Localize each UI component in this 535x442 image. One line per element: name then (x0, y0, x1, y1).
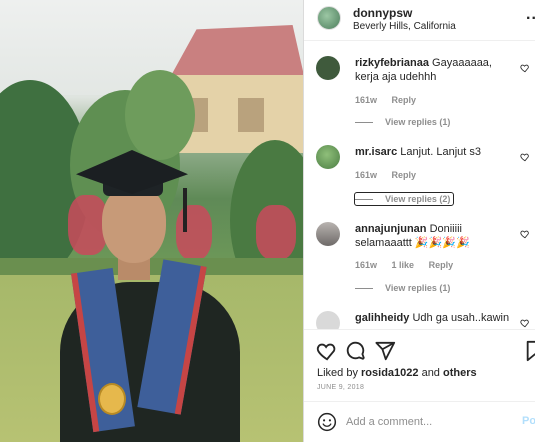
post-actions: Liked by rosida1022 and others JUNE 9, 2… (304, 329, 535, 401)
photo-house-window (238, 98, 264, 132)
commenter-avatar[interactable] (316, 56, 340, 80)
comment-likes-count[interactable]: 1 like (392, 260, 415, 270)
author-avatar[interactable] (317, 6, 341, 30)
comment-text: mr.isarc Lanjut. Lanjut s3 (355, 145, 515, 159)
post-side-panel: donnypsw Beverly Hills, California ... r… (303, 0, 535, 442)
comment-body: Lanjut. Lanjut s3 (400, 146, 481, 158)
like-heart-icon[interactable] (316, 340, 338, 362)
more-options-icon[interactable]: ... (526, 7, 535, 23)
view-replies-label: View replies (1) (385, 283, 451, 293)
like-heart-icon[interactable] (520, 152, 530, 162)
commenter-username[interactable]: galihheidy (355, 312, 409, 324)
comment-text: rizkyfebrianaa Gayaaaaaa, kerja aja udeh… (355, 56, 515, 84)
view-replies-button[interactable]: View replies (2) (353, 192, 455, 206)
replies-divider (355, 287, 373, 289)
emoji-smiley-icon[interactable] (317, 412, 337, 432)
commenter-username[interactable]: rizkyfebrianaa (355, 57, 429, 69)
comment-text: galihheidy Udh ga usah..kawin (355, 311, 515, 325)
photo-flowers (256, 205, 296, 260)
share-send-icon[interactable] (374, 340, 396, 362)
comment-age[interactable]: 161w (355, 260, 377, 270)
reply-button[interactable]: Reply (392, 95, 417, 105)
post-photo[interactable] (0, 0, 303, 442)
commenter-avatar[interactable] (316, 222, 340, 246)
like-heart-icon[interactable] (520, 229, 530, 239)
comment-age[interactable]: 161w (355, 170, 377, 180)
view-replies-label: View replies (2) (385, 194, 451, 204)
view-replies-label: View replies (1) (385, 117, 451, 127)
post-date[interactable]: JUNE 9, 2018 (317, 384, 364, 391)
commenter-avatar[interactable] (316, 311, 340, 329)
comment-age[interactable]: 161w (355, 95, 377, 105)
save-bookmark-icon[interactable] (524, 340, 535, 362)
like-heart-icon[interactable] (520, 63, 530, 73)
likes-prefix: Liked by (317, 367, 362, 379)
view-replies-button[interactable]: View replies (1) (355, 117, 450, 127)
likes-summary[interactable]: Liked by rosida1022 and others (317, 367, 477, 379)
commenter-avatar[interactable] (316, 145, 340, 169)
replies-divider (355, 121, 373, 123)
comment-bubble-icon[interactable] (345, 340, 367, 362)
comment-body: Udh ga usah..kawin (412, 312, 510, 324)
comments-list[interactable]: rizkyfebrianaa Gayaaaaaa, kerja aja udeh… (304, 41, 535, 329)
commenter-username[interactable]: mr.isarc (355, 146, 397, 158)
comment-meta: 161w 1 like Reply (355, 260, 465, 270)
photo-face (102, 185, 166, 263)
post-location[interactable]: Beverly Hills, California (353, 21, 456, 32)
commenter-username[interactable]: annajunjunan (355, 223, 427, 235)
like-heart-icon[interactable] (520, 318, 530, 328)
comment-text: annajunjunan Doniiiii selamaaattt 🎉🎉🎉🎉 (355, 222, 515, 250)
add-comment-input[interactable] (346, 412, 506, 432)
photo-tassel (183, 188, 187, 232)
view-replies-button[interactable]: View replies (1) (355, 283, 450, 293)
comment-meta: 161w Reply (355, 95, 428, 105)
post-comment-button[interactable]: Po (522, 415, 535, 427)
reply-button[interactable]: Reply (392, 170, 417, 180)
replies-divider (355, 198, 373, 200)
photo-tree (125, 70, 195, 160)
author-username[interactable]: donnypsw (353, 6, 412, 20)
likes-user[interactable]: rosida1022 (361, 367, 418, 379)
photo-flowers (176, 205, 212, 260)
photo-medal (98, 383, 126, 415)
likes-others[interactable]: others (443, 367, 477, 379)
add-comment-bar: Po (304, 401, 535, 442)
comment-meta: 161w Reply (355, 170, 428, 180)
reply-button[interactable]: Reply (429, 260, 454, 270)
post-header: donnypsw Beverly Hills, California ... (304, 0, 535, 41)
likes-middle: and (418, 367, 443, 379)
